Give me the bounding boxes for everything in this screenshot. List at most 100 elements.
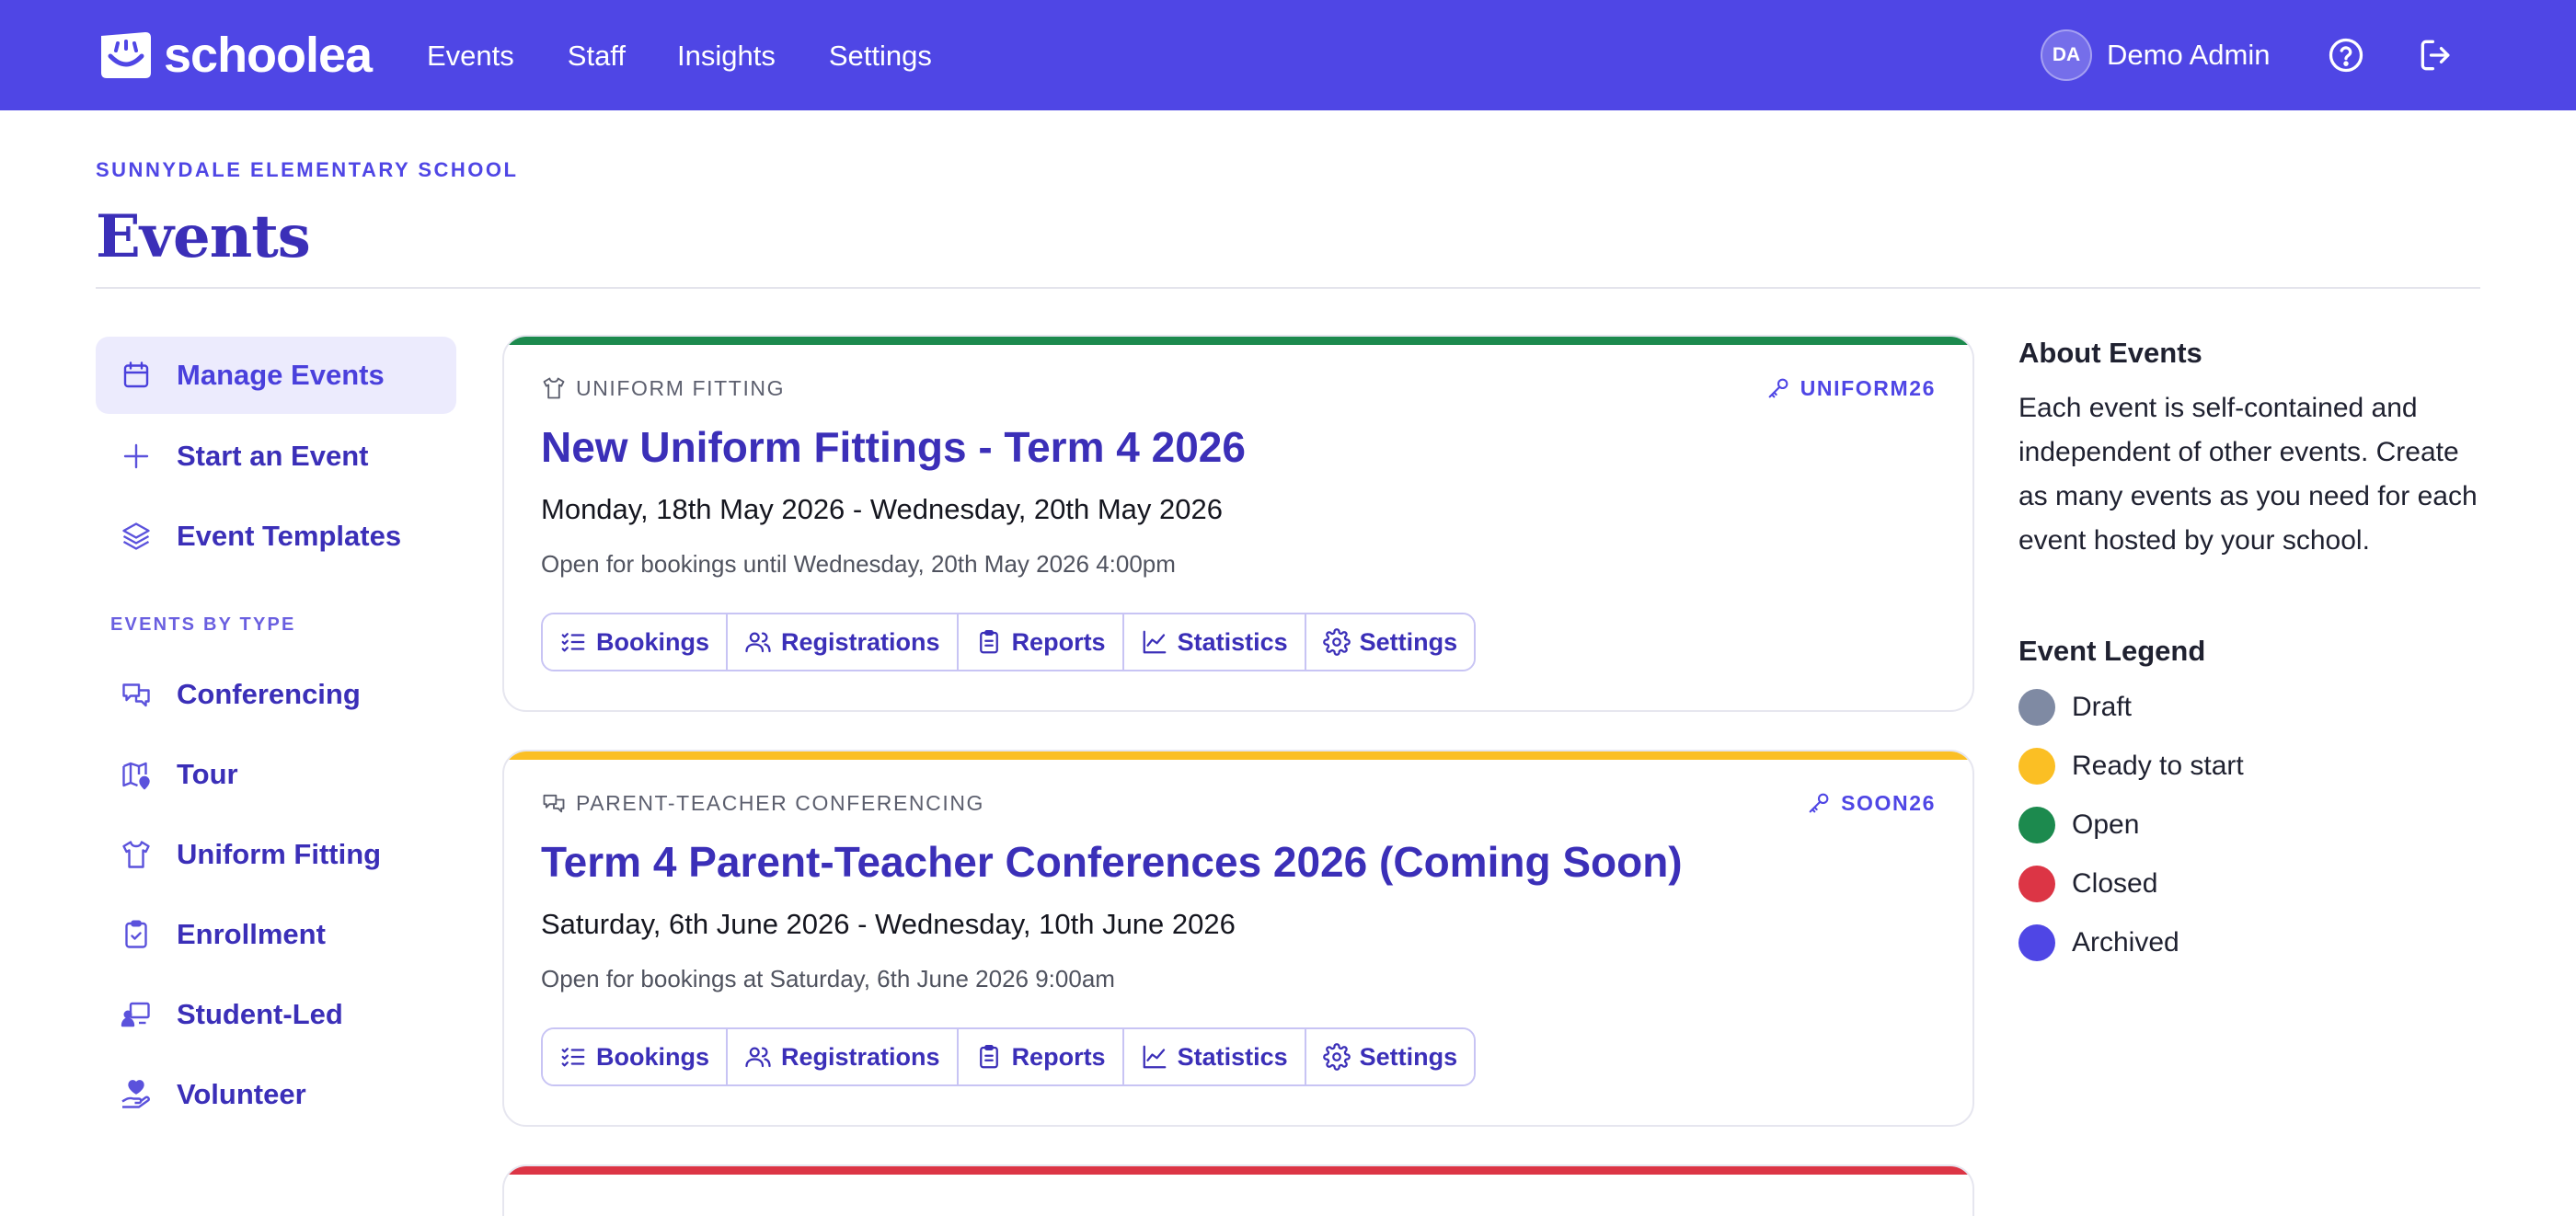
about-title: About Events (2018, 337, 2202, 369)
event-status-bar (504, 751, 1972, 760)
presentation-icon (121, 1002, 150, 1027)
sidebar-item-label: Volunteer (177, 1078, 306, 1110)
settings-button[interactable]: Settings (1304, 614, 1475, 670)
clipboard-check-icon (125, 920, 147, 948)
help-icon[interactable] (2326, 35, 2366, 75)
chat-bubbles-icon (122, 683, 150, 707)
statistics-button[interactable]: Statistics (1121, 614, 1305, 670)
event-title[interactable]: Term 4 Parent-Teacher Conferences 2026 (… (541, 832, 1683, 891)
sidebar-item-start-event[interactable]: Start an Event (96, 418, 456, 495)
legend-item-closed: Closed (2018, 865, 2157, 903)
settings-button[interactable]: Settings (1304, 1029, 1475, 1084)
button-label: Registrations (781, 627, 940, 656)
school-name: SUNNYDALE ELEMENTARY SCHOOL (96, 158, 519, 181)
button-label: Statistics (1177, 1042, 1288, 1071)
chart-line-icon (1143, 1045, 1166, 1069)
sidebar-item-partial-offscreen[interactable] (96, 1191, 456, 1216)
shirt-icon (543, 377, 565, 399)
plus-icon (123, 443, 149, 469)
status-dot (2018, 866, 2055, 902)
event-card: UNIFORM FITTING UNIFORM26 New Uniform Fi… (502, 335, 1974, 712)
sidebar-item-student-led[interactable]: Student-Led (96, 976, 456, 1053)
sidebar-item-label: Manage Events (177, 359, 385, 391)
brand-logo[interactable]: schoolea (98, 28, 373, 83)
sidebar-item-label: Event Templates (177, 520, 402, 552)
legend-item-ready: Ready to start (2018, 747, 2244, 786)
event-booking-status: Open for bookings at Saturday, 6th June … (541, 965, 1115, 992)
logout-icon[interactable] (2416, 35, 2456, 75)
shirt-icon (122, 841, 150, 868)
sidebar-item-label: Student-Led (177, 998, 343, 1030)
event-card (502, 1164, 1974, 1216)
legend-label: Open (2072, 809, 2140, 840)
sidebar-item-conferencing[interactable]: Conferencing (96, 656, 456, 733)
list-check-icon (561, 633, 585, 652)
list-check-icon (561, 1048, 585, 1067)
legend-item-draft: Draft (2018, 688, 2132, 727)
key-icon (1809, 793, 1829, 813)
event-booking-status: Open for bookings until Wednesday, 20th … (541, 550, 1176, 578)
registrations-button[interactable]: Registrations (726, 1029, 957, 1084)
users-icon (745, 1047, 771, 1068)
sidebar-item-label: Tour (177, 758, 238, 790)
status-dot (2018, 748, 2055, 785)
sidebar-item-label: Start an Event (177, 440, 369, 472)
event-code-label: SOON26 (1841, 790, 1936, 815)
button-label: Bookings (596, 627, 710, 656)
bookings-button[interactable]: Bookings (543, 614, 727, 670)
event-type-label: UNIFORM FITTING (576, 375, 786, 400)
sidebar-item-volunteer[interactable]: Volunteer (96, 1056, 456, 1133)
brand-name: schoolea (164, 28, 373, 83)
button-label: Registrations (781, 1042, 940, 1071)
layers-icon (122, 522, 150, 550)
event-actions: Bookings Registrations Reports Statistic… (541, 613, 1477, 671)
legend-item-open: Open (2018, 806, 2139, 844)
reports-button[interactable]: Reports (956, 1029, 1122, 1084)
sidebar-item-event-templates[interactable]: Event Templates (96, 498, 456, 575)
event-type: UNIFORM FITTING (541, 375, 785, 401)
event-type: PARENT-TEACHER CONFERENCING (541, 790, 984, 816)
key-icon (1768, 378, 1788, 398)
legend-title: Event Legend (2018, 635, 2206, 667)
nav-link-events[interactable]: Events (427, 35, 514, 77)
event-actions: Bookings Registrations Reports Statistic… (541, 1027, 1477, 1086)
legend-label: Closed (2072, 868, 2158, 899)
sidebar-item-manage-events[interactable]: Manage Events (96, 337, 456, 414)
event-dates: Monday, 18th May 2026 - Wednesday, 20th … (541, 493, 1224, 525)
avatar: DA (2041, 29, 2092, 81)
event-dates: Saturday, 6th June 2026 - Wednesday, 10t… (541, 908, 1236, 940)
hand-heart-icon (121, 1080, 150, 1108)
bookings-button[interactable]: Bookings (543, 1029, 727, 1084)
sidebar-item-uniform-fitting[interactable]: Uniform Fitting (96, 816, 456, 893)
sidebar-item-label: Uniform Fitting (177, 838, 382, 870)
event-code-label: UNIFORM26 (1800, 375, 1936, 400)
registrations-button[interactable]: Registrations (726, 614, 957, 670)
sidebar-item-tour[interactable]: Tour (96, 736, 456, 813)
button-label: Settings (1359, 627, 1458, 656)
user-menu[interactable]: DA Demo Admin (2041, 29, 2270, 81)
about-text: Each event is self-contained and indepen… (2018, 393, 2478, 556)
event-title[interactable]: New Uniform Fittings - Term 4 2026 (541, 418, 1246, 476)
reports-button[interactable]: Reports (956, 614, 1122, 670)
statistics-button[interactable]: Statistics (1121, 1029, 1305, 1084)
sidebar-item-enrollment[interactable]: Enrollment (96, 896, 456, 973)
status-dot (2018, 924, 2055, 961)
button-label: Bookings (596, 1042, 710, 1071)
gear-icon (1322, 628, 1351, 656)
nav-link-staff[interactable]: Staff (568, 35, 626, 77)
legend-label: Archived (2072, 927, 2179, 958)
nav-link-insights[interactable]: Insights (677, 35, 776, 77)
legend-item-archived: Archived (2018, 923, 2179, 962)
clipboard-icon (979, 1045, 998, 1069)
event-code[interactable]: SOON26 (1806, 790, 1936, 816)
legend-label: Draft (2072, 692, 2133, 722)
sidebar-item-label: Enrollment (177, 918, 326, 950)
nav-link-settings[interactable]: Settings (829, 35, 932, 77)
chart-line-icon (1143, 630, 1166, 654)
event-code[interactable]: UNIFORM26 (1765, 375, 1936, 401)
calendar-icon (123, 361, 149, 388)
button-label: Settings (1359, 1042, 1458, 1071)
event-card: PARENT-TEACHER CONFERENCING SOON26 Term … (502, 750, 1974, 1127)
gear-icon (1322, 1043, 1351, 1071)
chat-bubbles-icon (543, 794, 565, 813)
